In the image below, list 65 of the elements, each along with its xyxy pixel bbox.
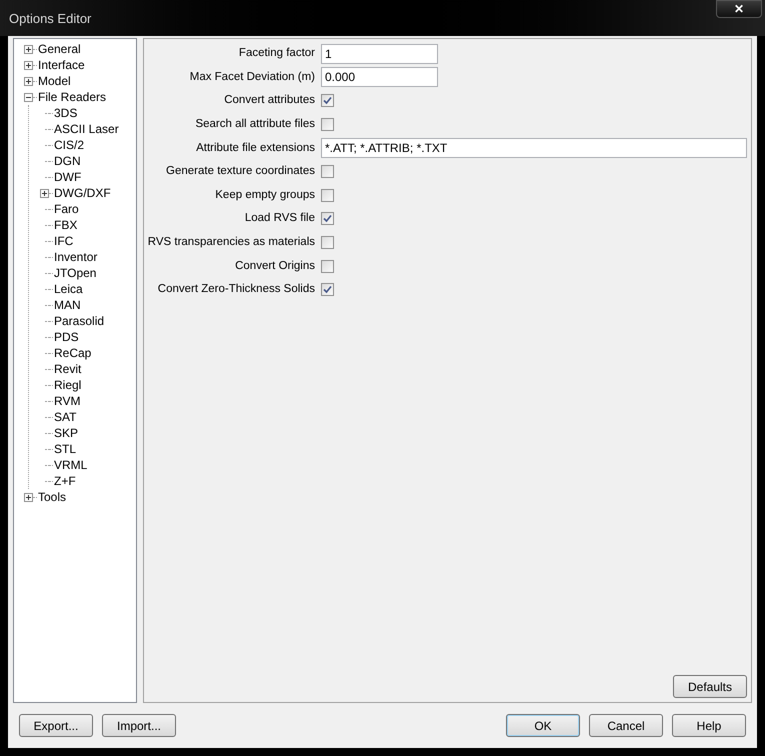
checkbox[interactable]	[321, 283, 334, 296]
tree-item[interactable]: SKP	[53, 426, 80, 440]
setting-label: Max Facet Deviation (m)	[188, 70, 315, 85]
expand-icon[interactable]	[40, 188, 49, 198]
tree-item[interactable]: FBX	[53, 218, 78, 232]
tree-item[interactable]: Parasolid	[53, 314, 106, 328]
text-field[interactable]: *.ATT; *.ATTRIB; *.TXT	[321, 138, 747, 158]
tree-item[interactable]: STL	[53, 442, 78, 456]
dialog-button[interactable]: Import...	[102, 714, 176, 737]
checkbox[interactable]	[321, 260, 334, 273]
setting-label: Keep empty groups	[214, 188, 315, 203]
tree-item[interactable]: Tools	[37, 490, 68, 504]
setting-label: Generate texture coordinates	[165, 164, 315, 180]
tree-item[interactable]: MAN	[53, 298, 82, 312]
collapse-icon[interactable]	[24, 92, 33, 102]
tree-item[interactable]: Inventor	[53, 250, 98, 264]
dialog-button[interactable]: Export...	[19, 714, 93, 737]
tree-item[interactable]: CIS/2	[53, 138, 86, 152]
tree-item[interactable]: SAT	[53, 410, 78, 424]
dialog-button[interactable]: Help	[672, 714, 746, 737]
tree-item[interactable]: ASCII Laser	[53, 122, 120, 136]
setting-label: Load RVS file	[244, 211, 315, 226]
tree-item[interactable]: 3DS	[53, 106, 78, 120]
tree-item[interactable]: Leica	[53, 282, 84, 296]
text-field[interactable]: 0.000	[321, 67, 438, 88]
tree-item[interactable]: RVM	[53, 394, 82, 408]
checkbox[interactable]	[321, 188, 334, 202]
dialog-button[interactable]: OK	[506, 714, 580, 737]
tree-item[interactable]: Riegl	[53, 378, 82, 392]
tree-item[interactable]: VRML	[53, 458, 88, 472]
tree-item[interactable]: DGN	[53, 154, 82, 168]
checkbox[interactable]	[321, 165, 334, 178]
checkbox[interactable]	[321, 236, 334, 250]
tree-item[interactable]: JTOpen	[53, 266, 98, 280]
expand-icon[interactable]	[24, 76, 33, 86]
tree-item[interactable]: PDS	[53, 330, 80, 344]
window-title: Options Editor	[9, 10, 92, 28]
setting-label: Convert attributes	[223, 93, 315, 108]
expand-icon[interactable]	[24, 60, 33, 70]
tree-item[interactable]: Faro	[53, 202, 80, 216]
setting-label: Convert Origins	[234, 258, 315, 274]
tree-item[interactable]: Interface	[37, 58, 86, 72]
checkbox[interactable]	[321, 212, 334, 226]
tree-item[interactable]: File Readers	[37, 90, 108, 104]
dialog-button[interactable]: Cancel	[589, 714, 663, 737]
tree-item[interactable]: Revit	[53, 362, 82, 376]
tree-item[interactable]: Z+F	[53, 474, 77, 488]
close-button[interactable]: ✕	[716, 0, 762, 18]
setting-label: Faceting factor	[238, 46, 315, 62]
setting-label: Convert Zero-Thickness Solids	[156, 282, 315, 298]
checkbox[interactable]	[321, 118, 334, 132]
text-field[interactable]: 1	[321, 44, 438, 64]
setting-label: RVS transparencies as materials	[146, 234, 315, 250]
setting-label: Search all attribute files	[194, 116, 315, 132]
expand-icon[interactable]	[24, 44, 33, 54]
checkbox[interactable]	[321, 94, 334, 108]
expand-icon[interactable]	[24, 492, 33, 502]
defaults-button[interactable]: Defaults	[673, 675, 747, 698]
tree-item[interactable]: IFC	[53, 234, 74, 248]
tree-item[interactable]: General	[37, 42, 82, 56]
tree-item[interactable]: DWF	[53, 170, 82, 184]
tree-item[interactable]: ReCap	[53, 346, 92, 360]
setting-label: Attribute file extensions	[195, 140, 315, 156]
tree-item[interactable]: Model	[37, 74, 72, 88]
tree-item[interactable]: DWG/DXF	[53, 186, 112, 200]
